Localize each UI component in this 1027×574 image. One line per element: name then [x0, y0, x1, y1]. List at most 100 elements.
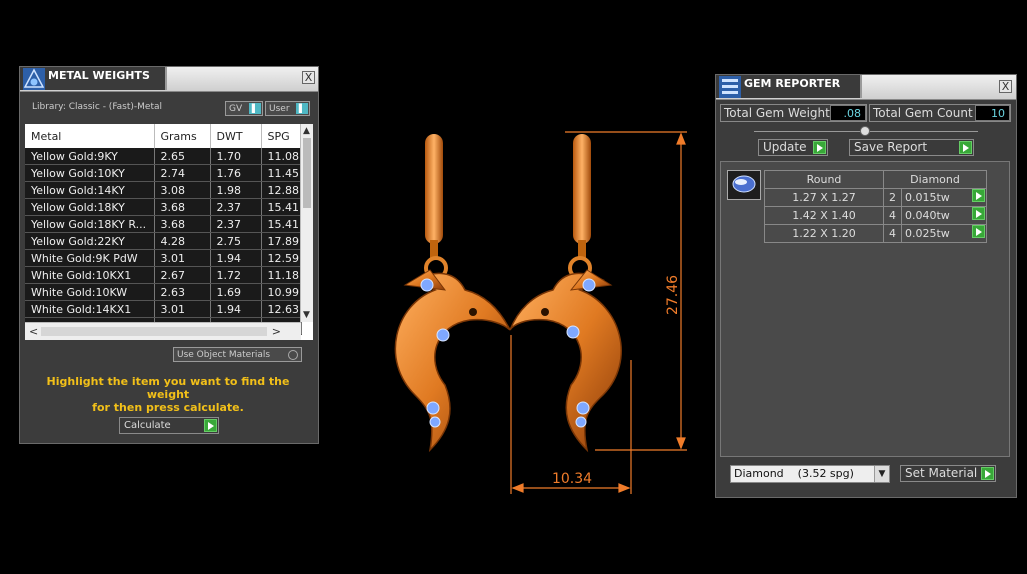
table-row[interactable]: Yellow Gold:22KY 4.28 2.75 17.89 [25, 232, 302, 250]
use-object-materials-toggle[interactable]: Use Object Materials [173, 347, 302, 362]
toggle-knob-icon: ▌ [249, 103, 261, 114]
radio-icon [288, 350, 298, 360]
cell-dwt: 1.70 [210, 148, 262, 165]
cell-metal: Yellow Gold:14KY [25, 181, 155, 199]
scroll-down-icon[interactable]: ▼ [303, 310, 310, 320]
calculate-label: Calculate [124, 420, 171, 431]
gem-count: 4 [883, 224, 902, 243]
cell-spg: 17.89 [261, 232, 302, 250]
table-row[interactable]: Yellow Gold:9KY 2.65 1.70 11.08 [25, 148, 302, 165]
table-row[interactable]: White Gold:9K PdW 3.01 1.94 12.59 [25, 249, 302, 267]
gem-reporter-title-tab: GEM REPORTER [716, 75, 862, 98]
cell-spg: 12.88 [261, 181, 302, 199]
gem-weight-cell: 0.025tw [900, 224, 988, 243]
gem-icon [426, 401, 440, 415]
use-object-materials-label: Use Object Materials [177, 350, 271, 360]
total-count-label: Total Gem Count [873, 106, 973, 120]
update-button[interactable]: Update [758, 139, 828, 156]
gv-toggle[interactable]: GV ▌ [225, 101, 263, 116]
gem-row[interactable]: 1.22 X 1.20 4 0.025tw [764, 224, 988, 243]
user-toggle[interactable]: User ▌ [265, 101, 310, 116]
splitter-slider[interactable] [754, 126, 978, 136]
chevron-down-icon[interactable]: ▼ [874, 466, 889, 482]
cell-grams: 2.67 [154, 266, 211, 284]
cell-metal: Yellow Gold:10KY [25, 164, 155, 182]
cell-grams: 3.08 [154, 181, 211, 199]
gem-weight: 0.025tw [905, 227, 950, 240]
table-row[interactable]: Yellow Gold:14KY 3.08 1.98 12.88 [25, 181, 302, 199]
col-header-spg[interactable]: SPG [261, 124, 302, 148]
set-material-button[interactable]: Set Material [900, 465, 996, 482]
table-row[interactable]: White Gold:14KX1 3.01 1.94 12.63 [25, 300, 302, 318]
gem-weight: 0.040tw [905, 209, 950, 222]
table-row[interactable]: Yellow Gold:18KY 3.68 2.37 15.41 [25, 198, 302, 216]
save-report-button[interactable]: Save Report [849, 139, 974, 156]
calculate-button[interactable]: Calculate [119, 417, 219, 434]
cell-grams: 2.65 [154, 148, 211, 165]
cell-metal: White Gold:9K PdW [25, 249, 155, 267]
metal-weights-close-button[interactable]: X [302, 71, 315, 84]
left-dolphin-body [394, 272, 511, 453]
slider-knob-icon[interactable] [860, 126, 870, 136]
material-select[interactable]: Diamond (3.52 spg) ▼ [730, 465, 890, 483]
metal-table-header: Metal Grams DWT SPG [25, 124, 302, 148]
table-row[interactable]: Yellow Gold:18KY R... 3.68 2.37 15.41 [25, 215, 302, 233]
play-icon[interactable] [972, 225, 986, 238]
cell-dwt: 2.37 [210, 198, 262, 216]
total-weight-label: Total Gem Weight [724, 106, 830, 120]
material-select-value: Diamond (3.52 spg) [734, 467, 854, 480]
table-row[interactable]: White Gold:10KW 2.63 1.69 10.99 [25, 283, 302, 301]
model-viewport[interactable]: 27.46 10.34 [375, 120, 695, 500]
play-icon[interactable] [972, 189, 986, 202]
gem-icon [436, 328, 450, 342]
cell-metal: White Gold:14KX1 [25, 300, 155, 318]
gem-col-material: Diamond [882, 170, 988, 189]
right-hook [573, 134, 591, 244]
gem-thumbnail[interactable] [727, 170, 761, 200]
left-hook [425, 134, 443, 244]
cell-metal: Yellow Gold:9KY [25, 148, 155, 165]
play-icon [813, 141, 826, 154]
col-header-grams[interactable]: Grams [154, 124, 211, 148]
gem-icon [566, 325, 580, 339]
round-diamond-icon [732, 175, 756, 193]
scroll-thumb-horizontal[interactable] [41, 327, 267, 336]
scroll-up-icon[interactable]: ▲ [303, 126, 310, 136]
cell-dwt: 1.94 [210, 300, 262, 318]
gem-table-header: Round Diamond [764, 170, 988, 189]
play-icon [204, 419, 217, 432]
instruction-line-2: for then press calculate. [92, 401, 244, 414]
save-report-label: Save Report [854, 140, 928, 154]
instruction-line-1: Highlight the item you want to find the … [46, 375, 290, 401]
col-header-metal[interactable]: Metal [25, 124, 155, 148]
library-label: Library: Classic - (Fast)-Metal [32, 102, 163, 112]
cell-spg: 11.45 [261, 164, 302, 182]
gv-toggle-label: GV [229, 104, 243, 114]
cell-grams: 3.68 [154, 198, 211, 216]
metal-table: Metal Grams DWT SPG Yellow Gold:9KY 2.65 1… [25, 124, 302, 335]
dolphin-eye [541, 308, 549, 316]
gem-row[interactable]: 1.27 X 1.27 2 0.015tw [764, 188, 988, 207]
gem-logo-icon [719, 76, 741, 98]
right-earring [509, 134, 622, 453]
scroll-right-icon[interactable]: > [272, 325, 281, 338]
gem-row[interactable]: 1.42 X 1.40 4 0.040tw [764, 206, 988, 225]
cell-grams: 4.28 [154, 232, 211, 250]
total-count-row: Total Gem Count 10 [869, 104, 1011, 122]
cell-metal: Yellow Gold:18KY R... [25, 215, 155, 233]
vertical-scrollbar[interactable]: ▲ ▼ [300, 124, 313, 322]
play-icon[interactable] [972, 207, 986, 220]
gem-list-area: Round Diamond 1.27 X 1.27 2 0.015tw 1.42… [720, 161, 1010, 457]
horizontal-scrollbar[interactable]: < > [25, 322, 301, 340]
table-row[interactable]: White Gold:10KX1 2.67 1.72 11.18 [25, 266, 302, 284]
scroll-left-icon[interactable]: < [29, 325, 38, 338]
table-row[interactable]: Yellow Gold:10KY 2.74 1.76 11.45 [25, 164, 302, 182]
scroll-thumb[interactable] [303, 138, 311, 208]
metal-list: Metal Grams DWT SPG Yellow Gold:9KY 2.65 1… [25, 124, 313, 340]
gem-icon [420, 278, 434, 292]
gem-reporter-close-button[interactable]: X [999, 80, 1012, 93]
height-dimension-label: 27.46 [665, 275, 681, 315]
cell-metal: White Gold:10KX1 [25, 266, 155, 284]
col-header-dwt[interactable]: DWT [210, 124, 262, 148]
gem-reporter-titlebar: GEM REPORTER X [716, 75, 1016, 100]
